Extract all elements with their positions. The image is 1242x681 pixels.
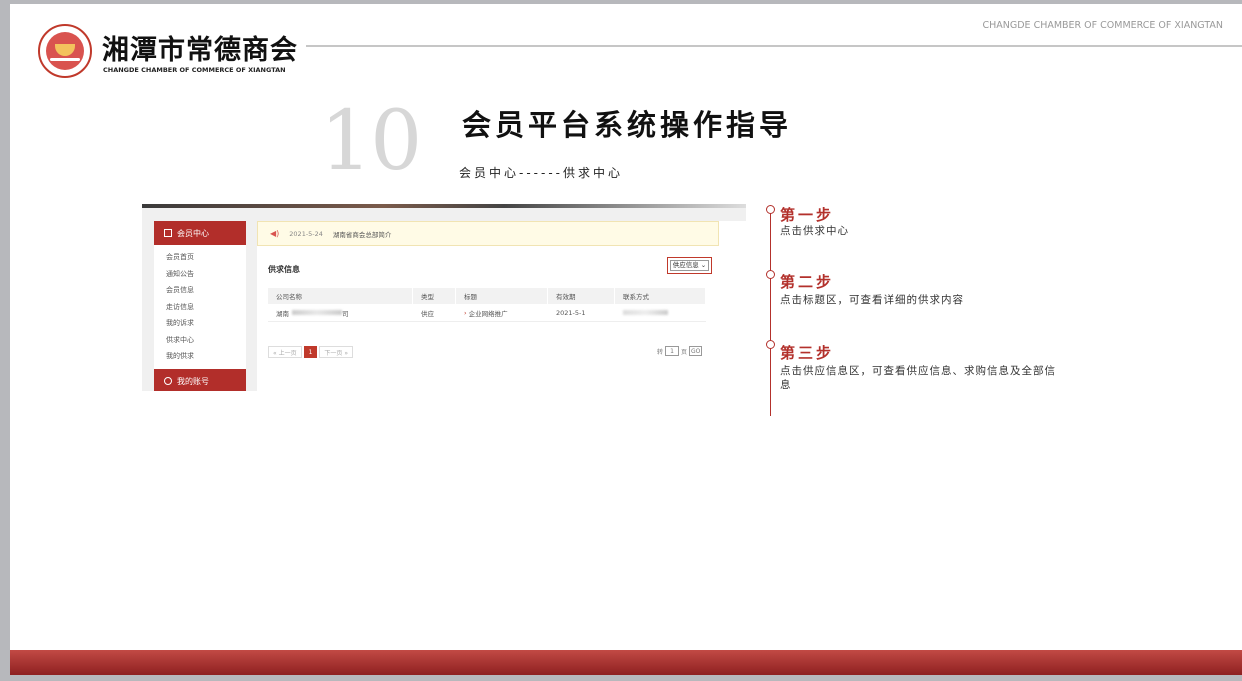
- page-jump-input[interactable]: 1: [665, 346, 680, 356]
- next-page-button[interactable]: 下一页 »: [319, 346, 354, 358]
- member-center-screenshot: 会员中心 会员首页 通知公告 会员信息 走访信息 我的诉求 供求中心 我的供求 …: [142, 204, 746, 391]
- document-icon: [164, 229, 172, 237]
- column-header-title: 标题: [456, 288, 548, 304]
- step-3-title: 第三步: [780, 344, 835, 362]
- chevron-down-icon: ⌄: [698, 261, 707, 269]
- supply-type-dropdown[interactable]: 供应信息 ⌄: [667, 257, 712, 274]
- pagination: « 上一页 1 下一页 »: [268, 346, 354, 358]
- timeline-dot-3: [766, 340, 775, 349]
- header-tagline: CHANGDE CHAMBER OF COMMERCE OF XIANGTAN: [982, 20, 1223, 31]
- brand-name-cn: 湘潭市常德商会: [102, 35, 298, 66]
- supply-table: 公司名称 类型 标题 有效期 联系方式 湖南司 供应 › 企业网络推广 2021-…: [268, 288, 706, 322]
- cell-contact: [615, 304, 706, 321]
- steps-timeline: [770, 210, 771, 416]
- sidebar-item-my-requests[interactable]: 我的诉求: [166, 315, 246, 332]
- jump-prefix: 转: [657, 348, 664, 356]
- cell-type: 供应: [413, 304, 456, 321]
- notice-bar[interactable]: ◀) 2021-5-24 湖南省商会总部简介: [257, 221, 719, 246]
- section-title: 供求信息: [268, 265, 300, 274]
- lotus-emblem-icon: [46, 32, 84, 70]
- column-header-contact: 联系方式: [615, 288, 706, 304]
- timeline-dot-2: [766, 270, 775, 279]
- arrow-right-icon: ›: [464, 308, 467, 317]
- screenshot-top-banner: [142, 204, 746, 208]
- column-header-type: 类型: [413, 288, 456, 304]
- speaker-icon: ◀): [270, 229, 280, 238]
- prev-page-button[interactable]: « 上一页: [268, 346, 302, 358]
- notice-date: 2021-5-24: [289, 229, 323, 238]
- sidebar-item-member-info[interactable]: 会员信息: [166, 282, 246, 299]
- brand-name-en: CHANGDE CHAMBER OF COMMERCE OF XIANGTAN: [103, 66, 286, 74]
- user-icon: [164, 377, 172, 385]
- column-header-company: 公司名称: [268, 288, 413, 304]
- step-3-desc: 点击供应信息区，可查看供应信息、求购信息及全部信息: [780, 365, 1056, 391]
- cell-title[interactable]: › 企业网络推广: [456, 304, 548, 321]
- sidebar-item-visits[interactable]: 走访信息: [166, 299, 246, 316]
- sidebar-header-member-center[interactable]: 会员中心: [154, 221, 246, 245]
- cell-company: 湖南司: [268, 304, 413, 321]
- page-jump: 转 1 页 GO: [657, 346, 703, 356]
- page-1-button[interactable]: 1: [303, 346, 318, 358]
- slide-subtitle: 会员中心------供求中心: [459, 166, 623, 180]
- footer-band: [10, 650, 1242, 675]
- column-header-expire: 有效期: [548, 288, 615, 304]
- blurred-contact: [623, 310, 668, 315]
- cell-expire: 2021-5-1: [548, 304, 615, 321]
- sidebar-menu: 会员首页 通知公告 会员信息 走访信息 我的诉求 供求中心 我的供求: [154, 245, 246, 365]
- table-row[interactable]: 湖南司 供应 › 企业网络推广 2021-5-1: [268, 304, 706, 322]
- step-2-title: 第二步: [780, 273, 835, 291]
- chamber-logo: [38, 24, 92, 78]
- dropdown-value: 供应信息 ⌄: [669, 260, 710, 271]
- table-header: 公司名称 类型 标题 有效期 联系方式: [268, 288, 706, 304]
- timeline-dot-1: [766, 205, 775, 214]
- sidebar-item-my-supply[interactable]: 我的供求: [166, 348, 246, 365]
- go-button[interactable]: GO: [689, 346, 703, 356]
- blurred-company-name: [292, 310, 342, 315]
- notice-message[interactable]: 湖南省商会总部简介: [333, 229, 392, 239]
- jump-suffix: 页: [681, 348, 688, 356]
- step-1-desc: 点击供求中心: [780, 225, 849, 237]
- sidebar-item-supply-demand[interactable]: 供求中心: [166, 336, 194, 344]
- member-sidebar: 会员中心 会员首页 通知公告 会员信息 走访信息 我的诉求 供求中心 我的供求 …: [154, 221, 246, 391]
- sidebar-header-my-account[interactable]: 我的账号: [154, 369, 246, 391]
- header-divider: [306, 45, 1242, 47]
- slide-title: 会员平台系统操作指导: [462, 108, 793, 142]
- slide-number: 10: [320, 94, 422, 189]
- sidebar-item-home[interactable]: 会员首页: [166, 249, 246, 266]
- step-2-desc: 点击标题区，可查看详细的供求内容: [780, 294, 964, 306]
- sidebar-item-notices[interactable]: 通知公告: [166, 266, 246, 283]
- supply-demand-panel: ◀) 2021-5-24 湖南省商会总部简介 供求信息 供应信息 ⌄ 公司名称 …: [257, 221, 746, 391]
- slide: 湘潭市常德商会 CHANGDE CHAMBER OF COMMERCE OF X…: [10, 4, 1242, 675]
- step-1-title: 第一步: [780, 206, 835, 224]
